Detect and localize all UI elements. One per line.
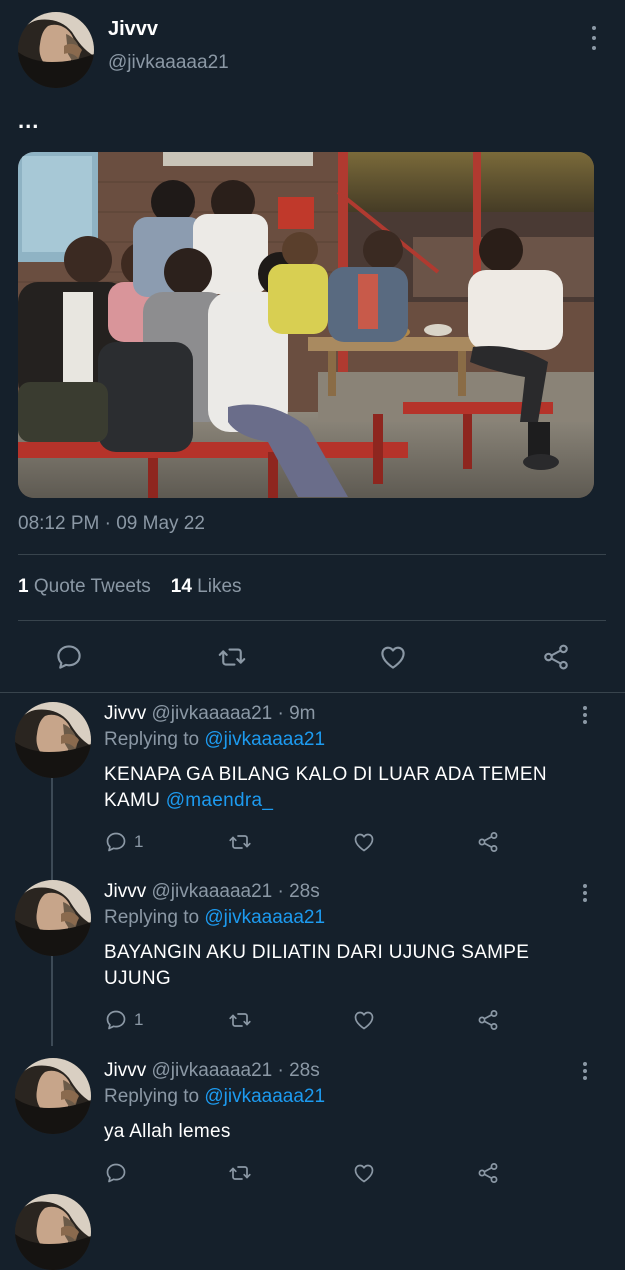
tweet-text: ... [18,108,40,133]
photo-image [18,152,594,498]
reply-icon[interactable] [104,1161,128,1190]
replying-to-link[interactable]: @jivkaaaaa21 [204,729,325,750]
like-icon[interactable] [352,1161,376,1190]
reply-count: 1 [134,1010,144,1029]
reply-action-bar: 1 [0,830,625,856]
avatar-image [15,1194,91,1270]
retweet-icon[interactable] [228,830,252,859]
avatar[interactable] [15,1058,91,1134]
replying-to-link[interactable]: @jivkaaaaa21 [204,1086,325,1107]
reply-header: Jivvv @jivkaaaaa21 · 9m [104,703,316,725]
tweet-stats: 1 Quote Tweets 14 Likes [18,576,242,598]
more-icon[interactable] [575,706,595,724]
reply-action-bar [0,1161,625,1187]
reply-header: Jivvv @jivkaaaaa21 · 28s [104,1060,320,1082]
replying-to: Replying to @jivkaaaaa21 [104,1086,325,1108]
like-icon[interactable] [378,642,408,672]
share-icon[interactable] [476,830,500,859]
retweet-icon[interactable] [217,642,247,672]
more-icon[interactable] [584,26,604,50]
reply-handle-time[interactable]: @jivkaaaaa21 · 9m [152,703,316,724]
retweet-icon[interactable] [228,1161,252,1190]
avatar[interactable] [15,702,91,778]
retweet-icon[interactable] [228,1008,252,1037]
share-icon[interactable] [476,1161,500,1190]
reply-text: ya Allah lemes [104,1121,231,1142]
replying-to: Replying to @jivkaaaaa21 [104,907,325,929]
more-icon[interactable] [575,884,595,902]
reply-button[interactable]: 1 [104,830,143,854]
author-name[interactable]: Jivvv [108,18,158,41]
tweet-timestamp: 08:12 PM · 09 May 22 [18,513,205,534]
reply-action-bar: 1 [0,1008,625,1034]
reply-header: Jivvv @jivkaaaaa21 · 28s [104,881,320,903]
replying-prefix: Replying to [104,1086,200,1107]
replying-to: Replying to @jivkaaaaa21 [104,729,325,751]
avatar[interactable] [15,880,91,956]
reply-handle-time[interactable]: @jivkaaaaa21 · 28s [152,881,320,902]
reply-icon[interactable] [54,642,84,672]
avatar-image [15,702,91,778]
reply-author-name[interactable]: Jivvv [104,1060,146,1081]
share-icon[interactable] [476,1008,500,1037]
reply-button[interactable]: 1 [104,1008,143,1032]
reply-handle-time[interactable]: @jivkaaaaa21 · 28s [152,1060,320,1081]
replying-prefix: Replying to [104,907,200,928]
like-icon[interactable] [352,1008,376,1037]
divider [18,554,606,555]
avatar-image [15,1058,91,1134]
avatar-image [18,12,94,88]
reply-author-name[interactable]: Jivvv [104,703,146,724]
quote-label: Quote Tweets [33,576,151,597]
like-icon[interactable] [352,830,376,859]
replying-prefix: Replying to [104,729,200,750]
share-icon[interactable] [541,642,571,672]
like-count: 14 [170,576,192,597]
reply-author-name[interactable]: Jivvv [104,881,146,902]
likes-stat[interactable]: 14 Likes [171,576,242,598]
reply-text: KENAPA GA BILANG KALO DI LUAR ADA TEMEN … [104,762,594,814]
quote-count: 1 [18,576,29,597]
divider [0,692,625,693]
tweet-photo[interactable] [18,152,594,498]
reply-icon [104,830,128,854]
divider [18,620,606,621]
author-handle[interactable]: @jivkaaaaa21 [108,52,229,74]
like-label: Likes [197,576,242,597]
avatar[interactable] [18,12,94,88]
quote-tweets-stat[interactable]: 1 Quote Tweets [18,576,151,598]
avatar[interactable] [15,1194,91,1270]
replying-to-link[interactable]: @jivkaaaaa21 [204,907,325,928]
mention-link[interactable]: @maendra_ [166,790,274,811]
reply-icon [104,1008,128,1032]
avatar-image [15,880,91,956]
reply-text: BAYANGIN AKU DILIATIN DARI UJUNG SAMPE U… [104,942,530,989]
reply-count: 1 [134,832,144,851]
more-icon[interactable] [575,1062,595,1080]
